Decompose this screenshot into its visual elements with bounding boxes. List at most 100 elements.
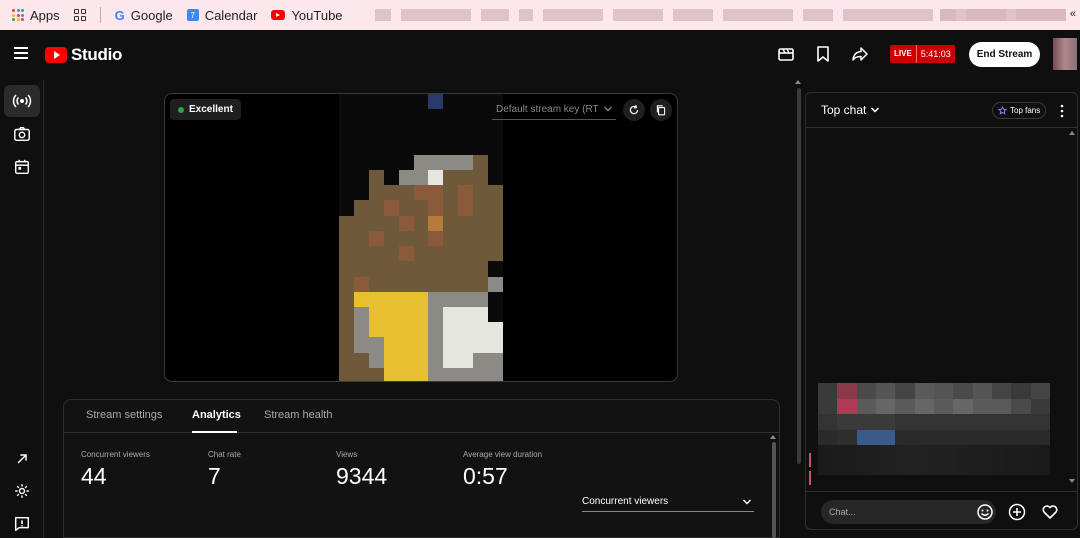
studio-logo[interactable]: Studio <box>45 45 122 65</box>
metric-value: 0:57 <box>463 463 508 489</box>
metric-value: 7 <box>208 463 221 489</box>
bookmark-google[interactable]: G Google <box>115 8 173 23</box>
bookmark-separator <box>99 7 101 23</box>
refresh-icon <box>629 105 639 115</box>
metric-selector-dropdown[interactable]: Concurrent viewers <box>582 492 754 512</box>
share-icon[interactable] <box>850 44 870 64</box>
bookmark-label: Google <box>130 7 173 23</box>
google-icon: G <box>114 7 125 23</box>
calendar-icon <box>14 159 30 175</box>
broadcast-icon <box>12 94 32 108</box>
menu-icon[interactable] <box>14 47 28 59</box>
bookmarks-bar: Apps G Google 7 Calendar YouTube « <box>0 0 1080 30</box>
chat-scroll-down-arrow[interactable] <box>1069 479 1075 483</box>
add-circle-icon[interactable] <box>1007 502 1027 522</box>
avatar[interactable] <box>1053 38 1077 70</box>
stream-quality-badge: Excellent <box>170 99 241 120</box>
redacted-chat-message <box>818 383 1050 445</box>
chevron-down-icon <box>743 499 751 504</box>
end-stream-button[interactable]: End Stream <box>969 42 1040 67</box>
apps-grid-icon <box>12 9 24 21</box>
live-chat-panel: Top chat Top fans Chat... <box>805 92 1078 530</box>
metric-label: Concurrent viewers <box>81 450 150 459</box>
chevron-down-icon <box>871 107 880 113</box>
pixelated-video-frame <box>339 94 503 381</box>
tab-groups-button[interactable] <box>73 9 86 21</box>
stream-quality-label: Excellent <box>189 104 233 115</box>
chat-input[interactable]: Chat... <box>821 500 996 524</box>
main-scrollbar[interactable] <box>797 88 801 464</box>
redacted-chat-message <box>818 445 1050 475</box>
metric-views: Views 9344 <box>336 450 387 490</box>
metric-label: Views <box>336 450 358 459</box>
chat-mode-label: Top chat <box>821 103 867 117</box>
panel-tabs: Stream settings Analytics Stream health <box>64 400 779 433</box>
copy-button[interactable] <box>650 99 672 121</box>
emoji-icon[interactable] <box>975 502 995 522</box>
metric-value: 44 <box>81 463 107 489</box>
bookmark-label: Calendar <box>204 7 258 23</box>
live-label: LIVE <box>890 45 916 63</box>
redacted-bookmarks-right <box>940 9 1066 21</box>
nav-manage-button[interactable] <box>4 151 40 183</box>
top-fans-button[interactable]: Top fans <box>992 102 1047 119</box>
camera-icon <box>14 126 30 142</box>
bookmark-icon[interactable] <box>813 44 833 64</box>
redacted-bookmarks <box>374 9 1037 21</box>
chat-scroll-up-arrow[interactable] <box>1069 131 1075 135</box>
nav-settings-button[interactable] <box>4 475 40 507</box>
clapperboard-icon[interactable] <box>776 44 796 64</box>
panel-scrollbar[interactable] <box>772 442 776 538</box>
bookmark-youtube[interactable]: YouTube <box>271 7 343 23</box>
calendar-icon: 7 <box>186 9 199 21</box>
left-nav <box>0 80 44 538</box>
chat-highlight-mark <box>809 453 811 467</box>
gear-icon <box>15 484 29 498</box>
chat-input-row: Chat... <box>806 491 1077 531</box>
chevron-down-icon <box>603 106 612 112</box>
copy-icon <box>656 105 666 116</box>
status-dot-icon <box>178 106 184 113</box>
stream-key-select[interactable]: Default stream key (RT <box>492 99 616 120</box>
star-icon <box>998 106 1007 115</box>
metric-average-view-duration: Average view duration 0:57 <box>463 450 542 490</box>
nav-stream-button[interactable] <box>4 85 40 117</box>
main-scroll-up-arrow[interactable] <box>795 80 801 84</box>
chat-mode-select[interactable]: Top chat <box>821 103 880 117</box>
metric-value: 9344 <box>336 463 388 489</box>
feedback-icon <box>14 516 30 532</box>
live-status-badge: LIVE 5:41:03 <box>890 45 955 63</box>
arrow-up-right-icon <box>17 454 27 464</box>
analytics-panel: Stream settings Analytics Stream health … <box>63 399 780 538</box>
youtube-logo-icon <box>45 47 67 63</box>
nav-open-external-button[interactable] <box>4 443 40 475</box>
live-timer: 5:41:03 <box>915 45 955 63</box>
stream-key-value: Default stream key (RT <box>496 103 599 115</box>
nav-feedback-button[interactable] <box>4 508 40 538</box>
more-bookmarks-button[interactable]: « <box>1070 8 1076 20</box>
stream-preview[interactable] <box>164 93 678 382</box>
tab-stream-health[interactable]: Stream health <box>264 409 332 421</box>
top-fans-label: Top fans <box>1010 106 1041 115</box>
bookmark-calendar[interactable]: 7 Calendar <box>186 7 258 23</box>
active-tab-indicator <box>192 431 237 433</box>
tab-analytics[interactable]: Analytics <box>192 409 241 421</box>
heart-icon[interactable] <box>1040 502 1060 522</box>
metric-selector-value: Concurrent viewers <box>582 496 669 507</box>
metric-concurrent-viewers: Concurrent viewers 44 <box>81 450 150 490</box>
nav-webcam-button[interactable] <box>4 118 40 150</box>
bookmark-label: YouTube <box>291 7 343 23</box>
refresh-button[interactable] <box>623 99 645 121</box>
bookmark-label: Apps <box>30 7 60 23</box>
more-vert-icon[interactable] <box>1059 104 1065 118</box>
bookmark-apps[interactable]: Apps <box>12 8 60 23</box>
chat-highlight-mark <box>809 471 811 485</box>
metric-label: Average view duration <box>463 450 543 459</box>
app-name: Studio <box>71 45 123 64</box>
panel-scroll-up-arrow[interactable] <box>770 435 776 439</box>
chat-header: Top chat Top fans <box>806 93 1077 128</box>
tab-groups-icon <box>73 9 86 21</box>
metric-chat-rate: Chat rate 7 <box>208 450 241 490</box>
tab-stream-settings[interactable]: Stream settings <box>86 409 162 421</box>
youtube-icon <box>271 10 286 20</box>
